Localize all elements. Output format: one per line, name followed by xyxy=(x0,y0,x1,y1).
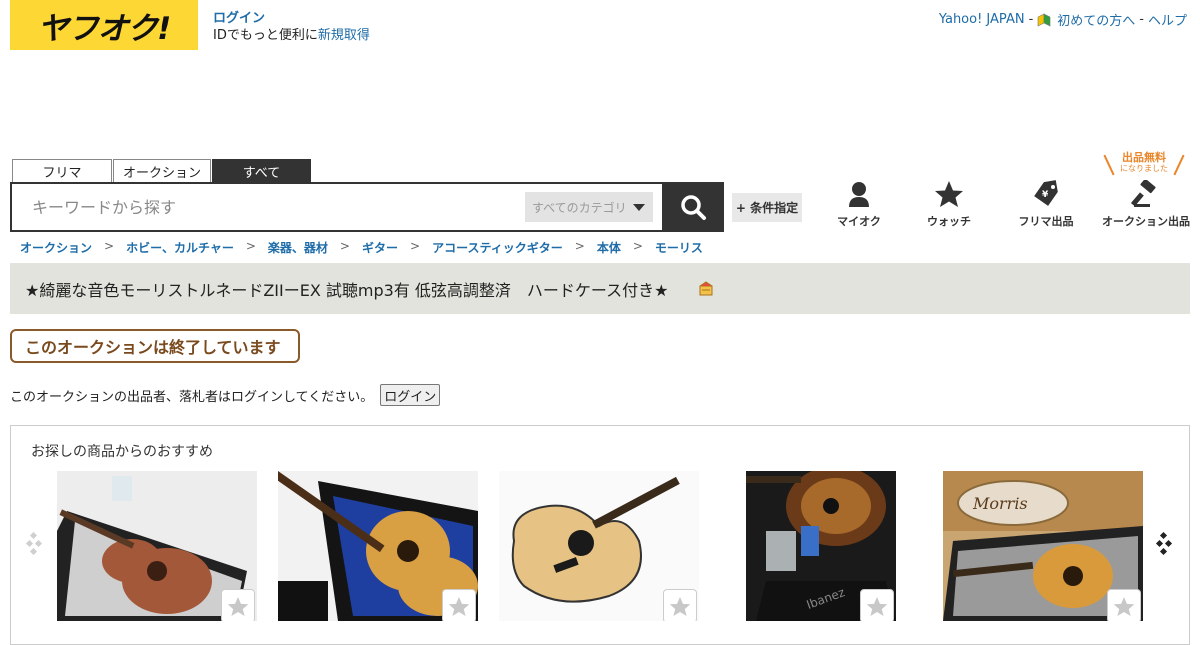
recommend-item[interactable] xyxy=(57,471,257,621)
watch-star-button[interactable] xyxy=(663,589,697,621)
gavel-icon xyxy=(1131,180,1156,207)
nav-flea-listing-label: フリマ出品 xyxy=(1018,215,1074,228)
search-icon xyxy=(681,195,706,220)
logo-text: ヤフオク! xyxy=(37,10,172,47)
top-links: Yahoo! JAPAN - 初めての方へ - ヘルプ xyxy=(939,10,1187,29)
nav-icons: マイオク ウォッチ ¥ フリマ出品 オークション出品 xyxy=(820,180,1198,230)
watch-star-button[interactable] xyxy=(221,589,255,621)
carousel-next-icon[interactable] xyxy=(1155,531,1175,557)
login-prompt: IDでもっと便利に新規取得 xyxy=(213,28,370,43)
nav-watch-label: ウォッチ xyxy=(927,215,971,228)
breadcrumb-separator: > xyxy=(104,239,115,253)
nav-auction-listing-label: オークション出品 xyxy=(1102,215,1190,228)
tab-all[interactable]: すべて xyxy=(212,159,311,183)
breadcrumb-separator: > xyxy=(574,239,585,253)
breadcrumb-item[interactable]: ギター xyxy=(362,239,398,256)
watch-star-button[interactable] xyxy=(860,589,894,621)
breadcrumb-item[interactable]: 楽器、器材 xyxy=(268,239,328,256)
login-link[interactable]: ログイン xyxy=(213,10,370,27)
breadcrumb-item[interactable]: 本体 xyxy=(597,239,621,256)
yahuoku-logo[interactable]: ヤフオク! xyxy=(10,0,198,50)
tab-auction[interactable]: オークション xyxy=(113,159,211,183)
breadcrumb-separator: > xyxy=(410,239,421,253)
login-button[interactable]: ログイン xyxy=(380,384,441,406)
price-tag-icon: ¥ xyxy=(1034,180,1058,206)
item-title: ★綺麗な音色モーリストルネードZIIーEX 試聴mp3有 低弦高調整済 ハードケ… xyxy=(25,280,669,300)
recommend-item[interactable] xyxy=(278,471,478,621)
login-box: ログイン IDでもっと便利に新規取得 xyxy=(213,10,370,44)
star-icon xyxy=(448,596,470,616)
category-select[interactable]: すべてのカテゴリ xyxy=(525,192,653,222)
breadcrumb-separator: > xyxy=(632,239,643,253)
condition-button[interactable]: + 条件指定 xyxy=(732,193,802,222)
nav-my-auction-label: マイオク xyxy=(837,215,881,228)
breadcrumb-item[interactable]: アコースティックギター xyxy=(432,239,563,256)
carousel-prev-icon[interactable] xyxy=(25,531,45,557)
tab-flea-market[interactable]: フリマ xyxy=(12,159,112,183)
chevron-down-icon xyxy=(633,204,645,211)
search-box: すべてのカテゴリ xyxy=(10,182,724,232)
svg-text:Morris: Morris xyxy=(972,494,1028,513)
watch-star-button[interactable] xyxy=(1107,589,1141,621)
separator: - xyxy=(1139,12,1144,27)
login-prompt-text: IDでもっと便利に xyxy=(213,28,318,43)
login-note: このオークションの出品者、落札者はログインしてください。 ログイン xyxy=(10,384,441,406)
star-icon xyxy=(669,596,691,616)
breadcrumb-separator: > xyxy=(339,239,350,253)
nav-auction-listing[interactable]: オークション出品 xyxy=(1096,180,1196,229)
beginner-mark-icon xyxy=(1037,13,1051,26)
recommend-item[interactable]: Ibanez xyxy=(746,471,896,621)
new-item-icon xyxy=(699,280,713,295)
free-listing-promo: 出品無料 になりました xyxy=(1104,152,1184,174)
star-icon xyxy=(866,596,888,616)
search-tabs: フリマ オークション すべて xyxy=(12,159,311,183)
star-icon xyxy=(227,596,249,616)
nav-flea-listing[interactable]: ¥ フリマ出品 xyxy=(1001,180,1091,229)
watch-star-button[interactable] xyxy=(442,589,476,621)
yahoo-japan-link[interactable]: Yahoo! JAPAN xyxy=(939,12,1025,27)
recommend-item[interactable] xyxy=(499,471,699,621)
register-link[interactable]: 新規取得 xyxy=(318,28,370,43)
search-input[interactable] xyxy=(32,196,512,218)
recommendation-panel: お探しの商品からのおすすめ Ibanez Morris xyxy=(10,425,1190,645)
user-icon xyxy=(849,182,869,207)
item-title-bar: ★綺麗な音色モーリストルネードZIIーEX 試聴mp3有 低弦高調整済 ハードケ… xyxy=(10,263,1190,314)
breadcrumb-separator: > xyxy=(245,239,256,253)
promo-sub: になりました xyxy=(1120,164,1168,173)
svg-text:¥: ¥ xyxy=(1042,190,1049,200)
recommendation-title: お探しの商品からのおすすめ xyxy=(31,444,213,460)
breadcrumb: オークション > ホビー、カルチャー > 楽器、器材 > ギター > アコーステ… xyxy=(20,239,703,256)
search-button[interactable] xyxy=(662,182,724,232)
login-note-text: このオークションの出品者、落札者はログインしてください。 xyxy=(10,389,374,405)
nav-my-auction[interactable]: マイオク xyxy=(814,180,904,229)
auction-ended-badge: このオークションは終了しています xyxy=(10,329,300,363)
star-icon xyxy=(935,181,963,207)
header: ヤフオク! ログイン IDでもっと便利に新規取得 Yahoo! JAPAN - … xyxy=(0,0,1200,60)
category-select-label: すべてのカテゴリ xyxy=(532,200,627,215)
breadcrumb-item[interactable]: ホビー、カルチャー xyxy=(126,239,234,256)
separator: - xyxy=(1028,12,1034,27)
breadcrumb-item[interactable]: モーリス xyxy=(655,239,703,256)
star-icon xyxy=(1113,596,1135,616)
breadcrumb-item[interactable]: オークション xyxy=(20,239,92,256)
help-link[interactable]: ヘルプ xyxy=(1148,10,1187,29)
nav-watch[interactable]: ウォッチ xyxy=(904,180,994,229)
recommend-item[interactable]: Morris xyxy=(943,471,1143,621)
beginner-link[interactable]: 初めての方へ xyxy=(1057,10,1135,29)
